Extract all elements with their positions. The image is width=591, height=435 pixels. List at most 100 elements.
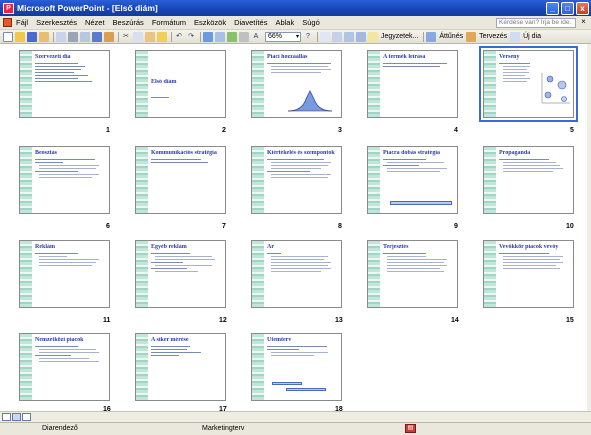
slide-thumbnail-12[interactable]: Egyéb reklám: [135, 240, 226, 308]
slide-body: [35, 253, 106, 305]
language-icon: ▤: [405, 424, 416, 433]
slide-thumbnail-4[interactable]: A termék leírása: [367, 50, 458, 118]
paste-icon[interactable]: [145, 31, 155, 42]
print-icon[interactable]: [68, 31, 78, 42]
slide-title: A termék leírása: [383, 54, 426, 60]
copy-icon[interactable]: [133, 31, 143, 42]
open-icon[interactable]: [15, 31, 25, 42]
slide-body: [267, 253, 338, 305]
menu-help[interactable]: Súgó: [302, 18, 320, 27]
normal-view-button[interactable]: [2, 413, 11, 421]
menu-insert[interactable]: Beszúrás: [113, 18, 144, 27]
design-button[interactable]: Tervezés: [479, 33, 507, 40]
vertical-scrollbar[interactable]: [587, 44, 591, 411]
slide-sorter-pane[interactable]: Szervezeti dia 1 Első diám 2 Piaci hozzá…: [0, 44, 591, 413]
slide-sorter-view-button[interactable]: [12, 413, 21, 421]
slide-thumbnail-17[interactable]: A siker mérése: [135, 333, 226, 401]
format-painter-icon[interactable]: [157, 31, 167, 42]
zoom-select[interactable]: 66%: [265, 31, 301, 42]
slide-thumbnail-18[interactable]: Ütemterv: [251, 333, 342, 401]
slide-number: 1: [106, 127, 110, 134]
slide-thumbnail-9[interactable]: Piacra dobás stratégia: [367, 146, 458, 214]
transition-icon[interactable]: [426, 31, 437, 42]
slide-thumbnail-13[interactable]: Ár: [251, 240, 342, 308]
new-slide-icon[interactable]: [510, 31, 521, 42]
close-document-button[interactable]: ×: [579, 18, 588, 27]
slide-body: [151, 253, 222, 305]
slide-title: Egyéb reklám: [151, 244, 187, 250]
slide-design-stripe: [136, 334, 148, 400]
slide-show-view-button[interactable]: [22, 413, 31, 421]
menu-slideshow[interactable]: Diavetítés: [234, 18, 267, 27]
summary-slide-icon[interactable]: [356, 31, 366, 42]
insert-picture-icon[interactable]: [227, 31, 237, 42]
slide-thumbnail-16[interactable]: Nemzetközi piacok: [19, 333, 110, 401]
slide-thumbnail-7[interactable]: Kommunikációs stratégia: [135, 146, 226, 214]
transition-button[interactable]: Áttűnés: [439, 33, 463, 40]
slide-design-stripe: [252, 241, 264, 307]
separator: [423, 31, 425, 42]
permission-icon[interactable]: [39, 31, 49, 42]
hide-slide-icon[interactable]: [332, 31, 342, 42]
email-icon[interactable]: [56, 31, 66, 42]
undo-icon[interactable]: ↶: [174, 32, 184, 42]
minimize-button[interactable]: _: [546, 1, 559, 15]
slide-number: 9: [454, 223, 458, 230]
document-icon[interactable]: [3, 18, 12, 27]
notes-icon[interactable]: [368, 31, 378, 42]
close-button[interactable]: x: [576, 1, 589, 15]
bell-curve-graphic: [288, 90, 332, 112]
menu-view[interactable]: Nézet: [85, 18, 105, 27]
menu-bar: Fájl Szerkesztés Nézet Beszúrás Formátum…: [0, 16, 591, 30]
menu-file[interactable]: Fájl: [16, 18, 28, 27]
new-icon[interactable]: [3, 31, 13, 42]
bubble-chart-graphic: [541, 73, 570, 104]
print-preview-icon[interactable]: [80, 31, 90, 42]
slide-body: [151, 97, 222, 115]
menu-tools[interactable]: Eszközök: [194, 18, 226, 27]
menu-window[interactable]: Ablak: [275, 18, 294, 27]
menu-edit[interactable]: Szerkesztés: [36, 18, 77, 27]
design-icon[interactable]: [466, 31, 477, 42]
notes-button[interactable]: Jegyzetek...: [381, 33, 418, 40]
slide-thumbnail-3[interactable]: Piaci hozzáállás: [251, 50, 342, 118]
color-grayscale-icon[interactable]: [239, 31, 249, 42]
slide-design-stripe: [368, 51, 380, 117]
slide-title: Propaganda: [499, 150, 531, 156]
help-search-input[interactable]: Kérdése van? Írja be ide.: [496, 17, 576, 28]
slide-thumbnail-15[interactable]: Vevőkkör piacok vevőy: [483, 240, 574, 308]
menu-format[interactable]: Formátum: [152, 18, 186, 27]
slide-thumbnail-6[interactable]: Beosztás: [19, 146, 110, 214]
slide-design-stripe: [368, 147, 380, 213]
view-buttons-bar: [0, 411, 591, 422]
new-slide-button[interactable]: Új dia: [523, 33, 541, 40]
separator: [118, 31, 119, 42]
slide-thumbnail-14[interactable]: Terjesztés: [367, 240, 458, 308]
spelling-icon[interactable]: [92, 31, 102, 42]
insert-table-icon[interactable]: [215, 31, 225, 42]
show-formatting-icon[interactable]: A: [251, 32, 261, 42]
slide-title: Verseny: [499, 54, 520, 60]
insert-chart-icon[interactable]: [203, 31, 213, 42]
slide-design-stripe: [484, 51, 496, 117]
separator: [200, 31, 201, 42]
save-icon[interactable]: [27, 31, 37, 42]
slide-show-icon[interactable]: [320, 31, 330, 42]
slide-thumbnail-10[interactable]: Propaganda: [483, 146, 574, 214]
slide-design-stripe: [252, 334, 264, 400]
redo-icon[interactable]: ↷: [186, 32, 196, 42]
slide-thumbnail-11[interactable]: Reklám: [19, 240, 110, 308]
cut-icon[interactable]: ✂: [121, 32, 131, 42]
rehearse-timings-icon[interactable]: [344, 31, 354, 42]
slide-thumbnail-1[interactable]: Szervezeti dia: [19, 50, 110, 118]
slide-thumbnail-8[interactable]: Kiértékelés és szempontok: [251, 146, 342, 214]
research-icon[interactable]: [104, 31, 114, 42]
help-icon[interactable]: ?: [303, 32, 313, 42]
maximize-button[interactable]: □: [561, 1, 574, 15]
slide-number: 8: [338, 223, 342, 230]
powerpoint-app-icon[interactable]: P: [3, 2, 14, 14]
slide-thumbnail-5[interactable]: Verseny: [479, 46, 578, 122]
slide-thumbnail-2[interactable]: Első diám: [135, 50, 226, 118]
slide-design-stripe: [136, 51, 148, 117]
slide-title: Vevőkkör piacok vevőy: [499, 244, 559, 250]
